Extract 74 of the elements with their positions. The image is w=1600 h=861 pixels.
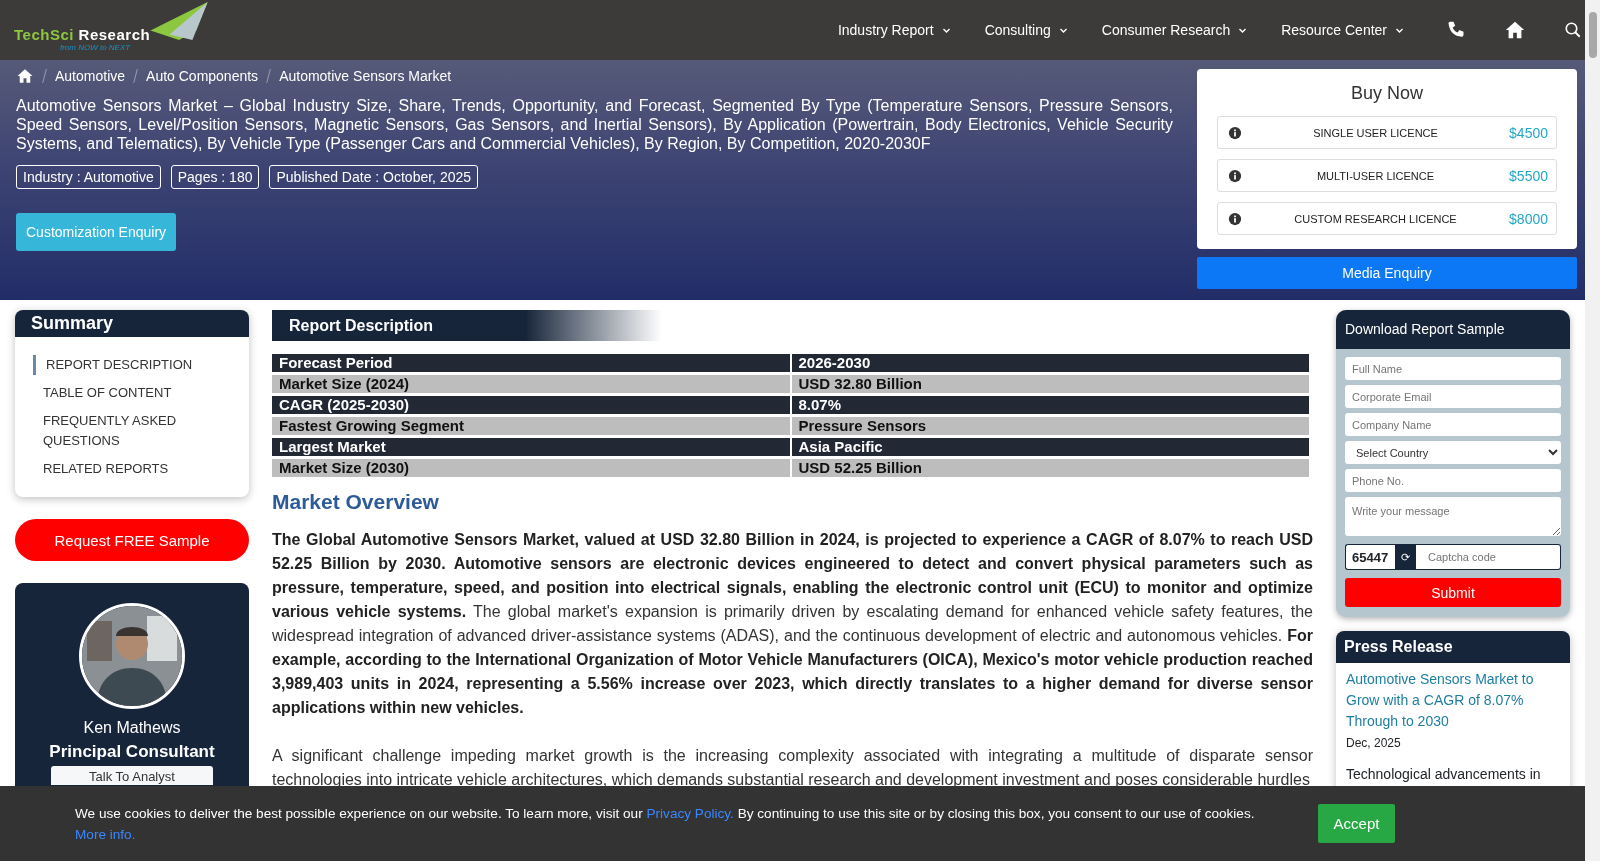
report-tag: Pages : 180 [170, 165, 260, 189]
licence-option[interactable]: MULTI-USER LICENCE $5500 [1217, 159, 1557, 192]
info-icon [1228, 211, 1242, 226]
captcha-field[interactable]: Captcha code [1416, 544, 1561, 570]
nav-menu-item[interactable]: Industry Report [837, 22, 951, 38]
home-icon[interactable] [16, 67, 34, 85]
licence-option[interactable]: CUSTOM RESEARCH LICENCE $8000 [1217, 202, 1557, 235]
press-date: Dec, 2025 [1346, 736, 1402, 750]
captcha-code: 65447 [1345, 544, 1395, 570]
phone-icon[interactable] [1446, 20, 1466, 40]
analyst-role: Principal Consultant [49, 742, 215, 762]
report-title: Automotive Sensors Market – Global Industry Size, Share, Trends, Opportunity, and Forecast, Segmented By Type (Temperature Sensors, Pressure Sensors, Speed Sensors, Level/Position Sensors, Magnetic Sensors, Gas Sensors, and Inertial Sensors), By Application (Powertrain, Body Electronics, Vehicle Security Systems, and Telematics), By Vehicle Type (Passenger Cars and Commercial Vehicles), By Region, By Competition, 2020-2030F [16, 96, 1173, 153]
info-icon [1228, 125, 1242, 140]
nav-menu-item[interactable]: Consumer Research [1101, 22, 1248, 38]
more-info-link[interactable]: More info. [75, 826, 136, 842]
table-cell: USD 32.80 Billion [791, 375, 1309, 393]
scrollbar[interactable] [1585, 0, 1600, 861]
table-cell: Forecast Period [272, 354, 790, 372]
media-enquiry-button[interactable]: Media Enquiry [1197, 257, 1577, 289]
input-field[interactable]: Corporate Email [1345, 385, 1561, 408]
report-tag: Published Date : October, 2025 [269, 165, 479, 189]
info-icon [1228, 168, 1242, 183]
input-field[interactable]: Company Name [1345, 413, 1561, 436]
table-cell: Market Size (2030) [272, 459, 790, 477]
report-tag: Industry : Automotive [16, 165, 161, 189]
cookie-message: We use cookies to deliver the best possible experience on our website. To learn more, visit our Privacy Policy. By continuing to use this site or by closing this box, you consent to our use of cookies. [75, 804, 1256, 823]
nav-menu-item[interactable]: Consulting [984, 22, 1068, 38]
request-sample-button[interactable]: Request FREE Sample [15, 519, 249, 561]
table-cell: USD 52.25 Billion [791, 459, 1309, 477]
licence-name: MULTI-USER LICENCE [1315, 169, 1436, 182]
search-icon[interactable] [1564, 21, 1582, 39]
table-cell: 8.07% [791, 396, 1309, 414]
talk-to-analyst-button[interactable]: Talk To Analyst [51, 766, 213, 785]
summary-link[interactable]: RELATED REPORTS [33, 459, 229, 479]
submit-button[interactable]: Submit [1345, 578, 1561, 607]
press-release-title: Press Release [1336, 631, 1570, 663]
body-paragraph: The Global Automotive Sensors Market, valued at USD 32.80 Billion in 2024, is projected to experience a CAGR of 8.07% to reach USD 52.25 Billion by 2030. Automotive sensors are electronic devices engineered to detect and convert physical parameters such as pressure, temperature, speed, and position into electrical signals, enabling the electronic control unit (ECU) to monitor and optimize various vehicle systems. The global market's expansion is primarily driven by escalating demand for enhanced vehicle safety features, the widespread integration of advanced driver-assistance systems (ADAS), and the continuous development of electric and autonomous vehicles. For example, according to the International Organization of Motor Vehicle Manufacturers (OICA), Mexico's motor vehicle production reached 3,989,403 units in 2024, representing a 5.56% increase over 2023, which directly translates to a higher demand for diverse sensor applications within new vehicles. [272, 530, 1313, 718]
summary-title: Summary [15, 310, 249, 337]
table-cell: Asia Pacific [791, 438, 1309, 456]
analyst-name: Ken Mathews [83, 719, 181, 737]
summary-link[interactable]: REPORT DESCRIPTION [33, 355, 229, 375]
nav-menu-item[interactable]: Resource Center [1281, 22, 1404, 38]
message-field[interactable]: Write your message [1345, 497, 1561, 536]
body-paragraph: A significant challenge impeding market growth is the increasing complexity associated with integrating a multitude of disparate sensor technologies into intricate vehicle architectures, which demands substantial research and development investment and poses considerable hurdles [272, 746, 1313, 790]
summary-link[interactable]: FREQUENTLY ASKED QUESTIONS [33, 411, 229, 451]
table-cell: 2026-2030 [791, 354, 1309, 372]
form-title: Download Report Sample [1336, 310, 1570, 349]
table-cell: Largest Market [272, 438, 790, 456]
table-cell: Pressure Sensors [791, 417, 1309, 435]
breadcrumb-link[interactable]: Automotive [55, 68, 126, 84]
input-field[interactable]: Full Name [1345, 357, 1561, 380]
section-heading: Market Overview [272, 490, 440, 514]
logo[interactable]: TechSci Research from NOW to NEXT [14, 4, 211, 56]
licence-price: $5500 [1509, 167, 1548, 184]
licence-name: CUSTOM RESEARCH LICENCE [1293, 212, 1458, 225]
table-cell: Fastest Growing Segment [272, 417, 790, 435]
licence-price: $4500 [1509, 124, 1548, 141]
country-dropdown[interactable]: Select Country [1345, 441, 1561, 464]
refresh-button[interactable]: ⟳ [1395, 544, 1416, 570]
breadcrumb-link[interactable]: Auto Components [146, 68, 259, 84]
licence-name: SINGLE USER LICENCE [1312, 126, 1439, 139]
breadcrumb-link[interactable]: Automotive Sensors Market [279, 68, 452, 84]
home-icon[interactable] [1504, 19, 1526, 41]
licence-price: $8000 [1509, 210, 1548, 227]
privacy-policy-link[interactable]: Privacy Policy. [646, 805, 734, 821]
table-cell: CAGR (2025-2030) [272, 396, 790, 414]
licence-option[interactable]: SINGLE USER LICENCE $4500 [1217, 116, 1557, 149]
buy-now-title: Buy Now [1350, 83, 1424, 104]
press-excerpt: Technological advancements in [1346, 765, 1542, 784]
table-cell: Market Size (2024) [272, 375, 790, 393]
input-field[interactable]: Phone No. [1345, 469, 1561, 492]
press-release-link[interactable]: Automotive Sensors Market to Grow with a CAGR of 8.07% Through to 2030 [1346, 669, 1560, 732]
summary-link[interactable]: TABLE OF CONTENT [33, 383, 229, 403]
section-header: Report Description [272, 310, 662, 341]
